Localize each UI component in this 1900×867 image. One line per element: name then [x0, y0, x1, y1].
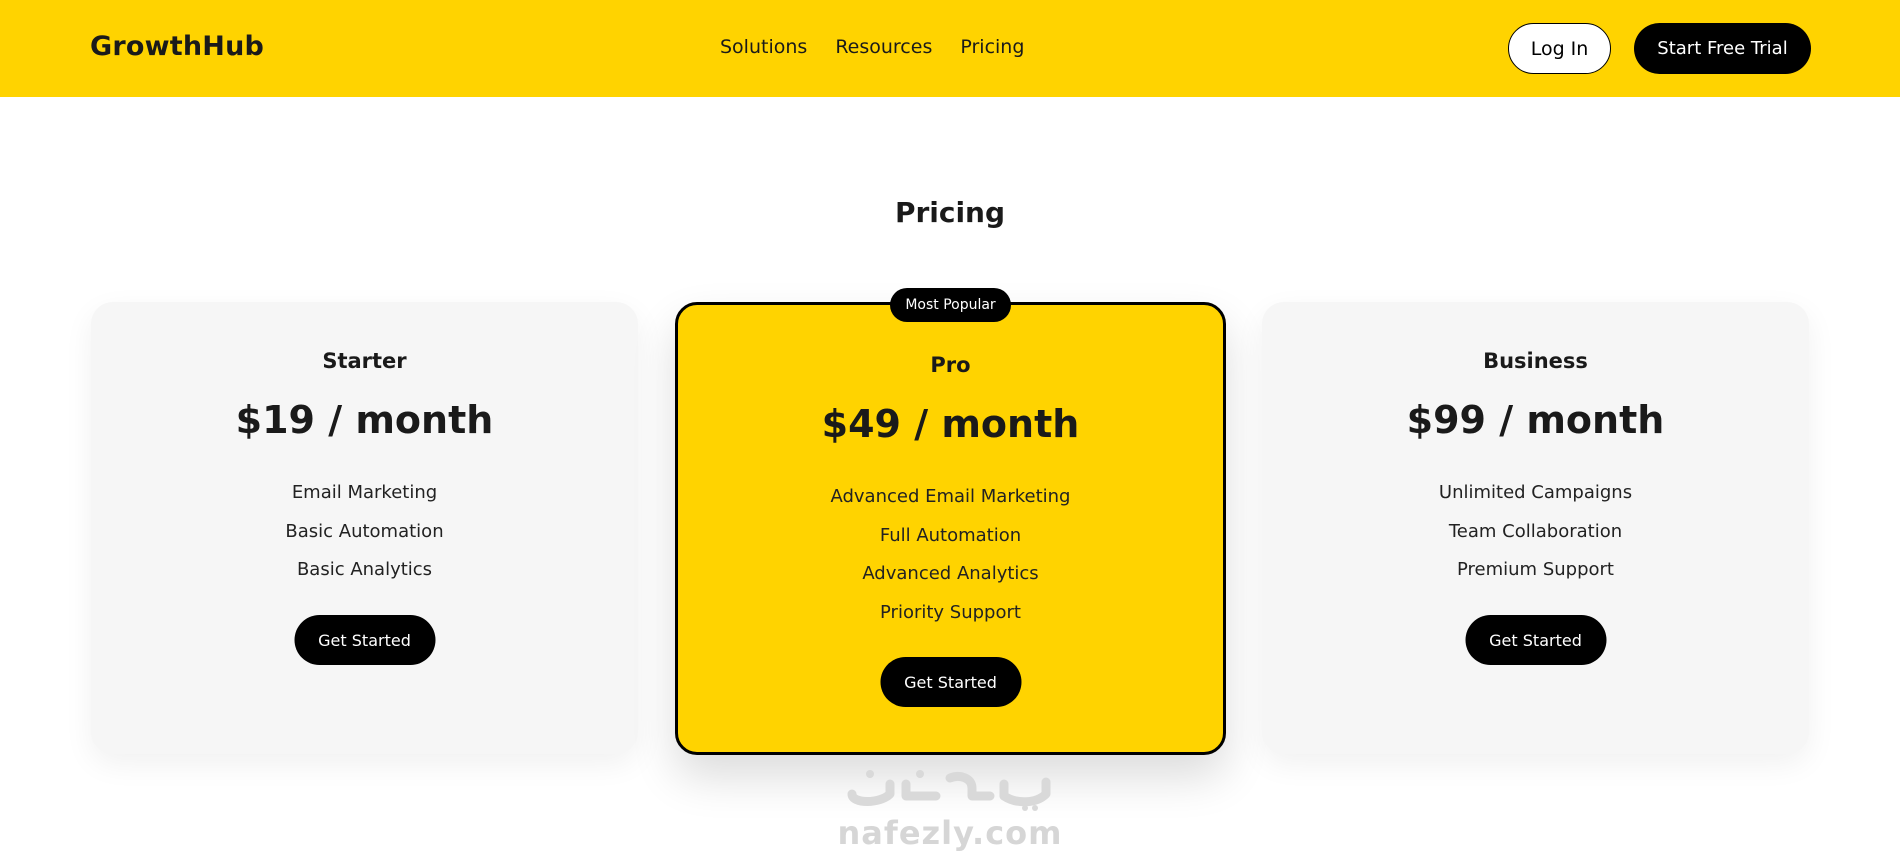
plan-price: $19 / month	[235, 398, 494, 442]
get-started-button-pro[interactable]: Get Started	[880, 657, 1021, 707]
top-header: GrowthHub Solutions Resources Pricing Lo…	[0, 0, 1900, 97]
plan-price: $49 / month	[821, 402, 1080, 446]
get-started-button-business[interactable]: Get Started	[1465, 615, 1606, 665]
feature-list: Email Marketing Basic Automation Basic A…	[91, 474, 638, 590]
nav-pricing[interactable]: Pricing	[960, 36, 1024, 58]
watermark: nafezly.com	[820, 764, 1080, 864]
feature-item: Priority Support	[880, 601, 1021, 623]
feature-item: Email Marketing	[291, 482, 438, 503]
feature-item: Basic Automation	[285, 520, 444, 542]
plan-name: Pro	[930, 353, 971, 377]
feature-item: Unlimited Campaigns	[1438, 482, 1633, 503]
feature-item: Team Collaboration	[1448, 520, 1623, 542]
most-popular-badge: Most Popular	[890, 288, 1011, 322]
plan-card-starter: Starter $19 / month Email Marketing Basi…	[91, 302, 638, 754]
feature-item: Advanced Analytics	[862, 563, 1039, 584]
watermark-text: nafezly.com	[837, 814, 1063, 852]
start-free-trial-button[interactable]: Start Free Trial	[1634, 23, 1811, 74]
login-button[interactable]: Log In	[1508, 23, 1611, 74]
feature-item: Premium Support	[1457, 559, 1614, 580]
feature-list: Advanced Email Marketing Full Automation…	[678, 478, 1223, 632]
nav-solutions[interactable]: Solutions	[720, 36, 807, 58]
main-nav: Solutions Resources Pricing	[720, 36, 1024, 58]
get-started-button-starter[interactable]: Get Started	[294, 615, 435, 665]
feature-item: Full Automation	[879, 524, 1022, 546]
nav-resources[interactable]: Resources	[835, 36, 932, 58]
feature-list: Unlimited Campaigns Team Collaboration P…	[1262, 474, 1809, 590]
feature-item: Basic Analytics	[296, 559, 433, 580]
plan-card-pro: Pro $49 / month Advanced Email Marketing…	[675, 302, 1226, 755]
plan-name: Starter	[322, 349, 407, 373]
brand-logo[interactable]: GrowthHub	[90, 31, 264, 62]
pricing-title: Pricing	[894, 196, 1006, 229]
feature-item: Advanced Email Marketing	[830, 486, 1071, 507]
watermark-logo-icon	[847, 770, 1051, 811]
plan-price: $99 / month	[1406, 398, 1665, 442]
plan-name: Business	[1483, 349, 1588, 373]
plan-card-business: Business $99 / month Unlimited Campaigns…	[1262, 302, 1809, 754]
